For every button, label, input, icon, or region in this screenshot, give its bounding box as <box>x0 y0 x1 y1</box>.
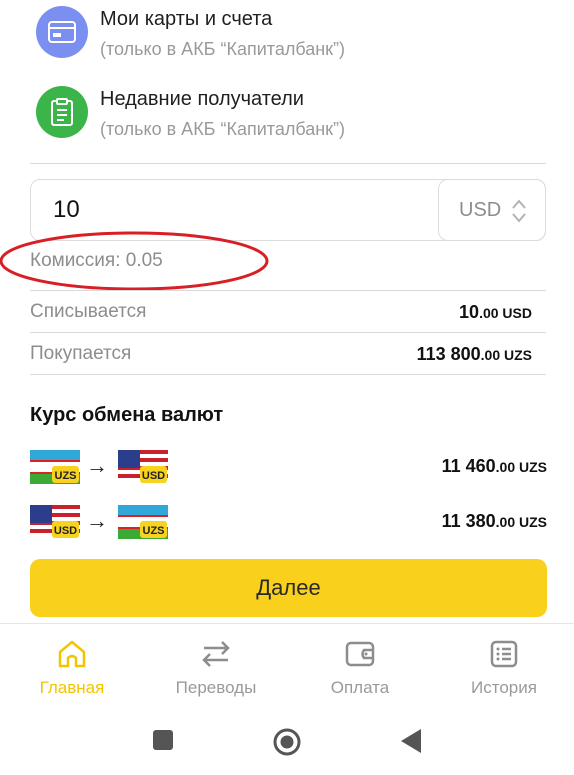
recent-recipients-subtitle: (только в АКБ “Капиталбанк”) <box>100 119 346 139</box>
transfer-icon <box>202 641 230 667</box>
debit-label: Списывается <box>30 301 147 322</box>
system-navigation-bar <box>0 705 574 775</box>
currency-select[interactable]: USD <box>438 179 546 241</box>
nav-item-history[interactable]: История <box>449 638 559 698</box>
nav-label-home: Главная <box>39 678 105 697</box>
rate-value: 11 380.00 UZS <box>442 511 547 532</box>
next-button[interactable]: Далее <box>30 559 547 617</box>
flag-label: UZS <box>143 525 165 537</box>
credit-decimals: .00 UZS <box>480 347 532 363</box>
rate-decimals: .00 UZS <box>495 459 547 475</box>
my-cards-option[interactable]: Мои карты и счета (только в АКБ “Капитал… <box>36 6 345 62</box>
my-cards-title: Мои карты и счета <box>100 8 273 30</box>
history-icon <box>490 640 518 668</box>
bottom-nav: Главная Переводы Оплата История <box>0 623 574 705</box>
recents-icon[interactable] <box>152 729 174 751</box>
wallet-icon <box>345 641 375 667</box>
nav-item-payment[interactable]: Оплата <box>305 638 415 698</box>
divider <box>30 332 546 333</box>
divider <box>30 290 546 291</box>
credit-value: 113 800.00 UZS <box>417 344 532 365</box>
rate-value: 11 460.00 UZS <box>442 456 547 477</box>
flag-label: USD <box>54 525 77 537</box>
divider <box>30 163 546 164</box>
home-circle-icon[interactable] <box>272 727 302 757</box>
uzbekistan-flag-icon: UZS <box>118 505 168 539</box>
back-triangle-icon[interactable] <box>400 728 422 754</box>
my-cards-subtitle: (только в АКБ “Капиталбанк”) <box>100 39 346 59</box>
arrow-right-icon: → <box>86 508 108 533</box>
usa-flag-icon: USD <box>118 450 168 484</box>
nav-label-transfers: Переводы <box>175 678 257 697</box>
recent-recipients-option[interactable]: Недавние получатели (только в АКБ “Капит… <box>36 86 345 142</box>
amount-input[interactable] <box>53 192 433 228</box>
rate-amount: 11 460 <box>441 456 496 476</box>
chevron-updown-icon <box>512 199 526 223</box>
rate-row-uzs-usd: UZS → USD 11 460.00 UZS <box>30 450 547 486</box>
nav-label-history: История <box>471 678 537 697</box>
home-icon <box>58 640 86 668</box>
credit-amount: 113 800 <box>416 344 481 364</box>
debit-decimals: .00 USD <box>479 305 532 321</box>
divider <box>30 374 546 375</box>
rates-title: Курс обмена валют <box>30 404 224 426</box>
rate-amount: 11 380 <box>441 511 496 531</box>
uzbekistan-flag-icon: UZS <box>30 450 80 484</box>
rate-row-usd-uzs: USD → UZS 11 380.00 UZS <box>30 505 547 541</box>
clipboard-icon <box>36 86 88 138</box>
nav-item-transfers[interactable]: Переводы <box>161 638 271 698</box>
rate-decimals: .00 UZS <box>495 514 547 530</box>
annotation-ellipse <box>0 231 269 291</box>
debit-amount: 10 <box>459 302 480 322</box>
nav-label-payment: Оплата <box>330 678 390 697</box>
credit-label: Покупается <box>30 343 132 364</box>
nav-item-home[interactable]: Главная <box>17 638 127 698</box>
usa-flag-icon: USD <box>30 505 80 539</box>
flag-label: USD <box>142 470 165 482</box>
arrow-right-icon: → <box>86 453 108 478</box>
flag-label: UZS <box>55 470 77 482</box>
debit-value: 10.00 USD <box>459 302 532 323</box>
card-icon <box>36 6 88 58</box>
recent-recipients-title: Недавние получатели <box>100 88 304 110</box>
currency-label: USD <box>459 198 502 221</box>
